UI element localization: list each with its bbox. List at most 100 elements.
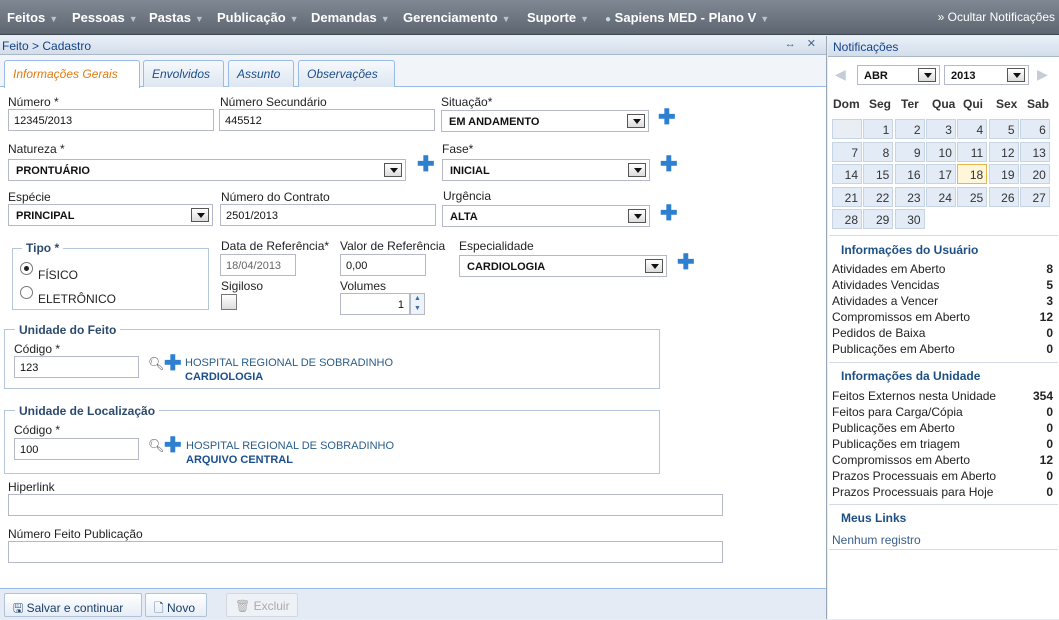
situacao-select[interactable]: EM ANDAMENTO [441,110,649,132]
especie-select[interactable]: PRINCIPAL [8,204,213,226]
weekday-sab: Sab [1027,97,1050,111]
especialidade-select[interactable]: CARDIOLOGIA [459,255,667,277]
save-continue-label: Salvar e continuar [26,601,124,615]
numero-secundario-input[interactable]: 445512 [219,109,435,131]
stat-row: Atividades Vencidas 5 [832,278,1053,292]
radio-fisico[interactable] [20,262,33,275]
calendar-day[interactable]: 28 [832,209,862,229]
new-button[interactable]: 🗋 Novo [145,593,207,617]
calendar-day[interactable]: 2 [894,119,925,139]
calendar-day[interactable]: 21 [832,186,862,207]
form-footer: 🖫 Salvar e continuar 🗋 Novo 🗑 Excluir [0,588,826,619]
numero-input[interactable]: 12345/2013 [8,109,214,131]
calendar-day[interactable]: 18 [957,164,988,184]
calendar-day[interactable]: 19 [988,164,1019,184]
window-tools-icon[interactable]: ↔ ✕ [785,37,820,50]
calendar-day[interactable]: 15 [863,164,894,184]
calendar-day[interactable]: 17 [925,164,956,184]
hide-notifications-link[interactable]: » Ocultar Notificações [938,10,1055,24]
calendar-day[interactable]: 6 [1019,119,1050,139]
year-select[interactable]: 2013 [944,65,1029,85]
calendar-day[interactable]: 29 [863,209,894,229]
calendar-day[interactable]: 11 [957,141,988,162]
dropdown-arrow-icon[interactable] [191,208,209,222]
prev-month-icon[interactable]: ◀ [835,66,846,83]
dropdown-arrow-icon[interactable] [627,114,645,128]
calendar-day[interactable]: 20 [1019,164,1050,184]
add-unidade-localizacao-icon[interactable]: ✚ [164,435,182,456]
search-icon[interactable]: 🔍︎ [148,438,165,454]
dropdown-arrow-icon[interactable] [918,68,936,82]
calendar-day[interactable]: 9 [894,141,925,162]
data-referencia-input[interactable]: 18/04/2013 [220,254,296,276]
tab-assunto[interactable]: Assunto [228,60,294,87]
calendar-day[interactable]: 5 [988,119,1019,139]
calendar-day[interactable]: 1 [863,119,894,139]
calendar-day[interactable]: 27 [1019,186,1050,207]
add-unidade-feito-icon[interactable]: ✚ [164,353,182,374]
calendar-day[interactable]: 23 [894,186,925,207]
dropdown-arrow-icon[interactable] [628,209,646,223]
dropdown-arrow-icon[interactable] [1007,68,1025,82]
menu-demandas[interactable]: Demandas ▼ [311,10,390,25]
fase-select[interactable]: INICIAL [442,159,650,181]
calendar-day[interactable]: 16 [894,164,925,184]
add-especialidade-icon[interactable]: ✚ [677,252,695,273]
unidade-localizacao-codigo-input[interactable]: 100 [14,438,139,460]
menu-pastas[interactable]: Pastas ▼ [149,10,204,25]
unidade-feito-codigo-input[interactable]: 123 [14,356,139,378]
add-urgencia-icon[interactable]: ✚ [660,203,678,224]
next-month-icon[interactable]: ▶ [1037,66,1048,83]
calendar-day[interactable]: 24 [925,186,956,207]
add-situacao-icon[interactable]: ✚ [658,107,676,128]
tab-envolvidos[interactable]: Envolvidos [143,60,224,87]
user-icon: ● [605,14,612,25]
calendar-day[interactable]: 25 [957,186,988,207]
add-natureza-icon[interactable]: ✚ [417,154,435,175]
save-continue-button[interactable]: 🖫 Salvar e continuar [4,593,142,617]
calendar-day[interactable]: 10 [925,141,956,162]
tab-observacoes[interactable]: Observações [298,60,395,87]
tipo-label: Tipo * [22,241,64,255]
calendar-day[interactable]: 8 [863,141,894,162]
tab-informacoes-gerais[interactable]: Informações Gerais [4,60,140,88]
menu-pessoas[interactable]: Pessoas ▼ [72,10,138,25]
month-select[interactable]: ABR [857,65,940,85]
urgencia-select[interactable]: ALTA [442,205,650,227]
radio-eletronico[interactable] [20,286,33,299]
stat-value: 0 [1046,485,1053,499]
calendar-day[interactable]: 3 [925,119,956,139]
volumes-spinner-icon[interactable]: ▲ ▼ [410,293,425,315]
menu-feitos[interactable]: Feitos ▼ [7,10,58,25]
volumes-input[interactable]: 1 [340,293,410,315]
numero-feito-publicacao-input[interactable] [8,541,723,563]
stat-row: Compromissos em Aberto 12 [832,453,1053,467]
natureza-select[interactable]: PRONTUÁRIO [8,159,406,181]
calendar-day[interactable]: 22 [863,186,894,207]
dropdown-arrow-icon[interactable] [628,163,646,177]
delete-button[interactable]: 🗑 Excluir [226,593,298,617]
unit-info-title: Informações da Unidade [841,369,981,383]
stat-label: Publicações em Aberto [832,421,955,435]
calendar-day[interactable]: 4 [957,119,988,139]
calendar-day[interactable]: 7 [832,141,862,162]
dropdown-arrow-icon[interactable] [384,163,402,177]
calendar-day[interactable]: 26 [988,186,1019,207]
menu-gerenciamento[interactable]: Gerenciamento ▼ [403,10,511,25]
valor-referencia-input[interactable]: 0,00 [340,254,426,276]
unidade-localizacao-codigo-label: Código * [14,423,61,437]
calendar-day[interactable]: 12 [988,141,1019,162]
sigiloso-checkbox[interactable] [221,294,237,310]
add-fase-icon[interactable]: ✚ [660,154,678,175]
calendar-day[interactable]: 14 [832,164,862,184]
dropdown-arrow-icon[interactable] [645,259,663,273]
chevron-down-icon: ▼ [760,14,770,24]
calendar-day[interactable]: 13 [1019,141,1050,162]
hiperlink-input[interactable] [8,494,723,516]
search-icon[interactable]: 🔍︎ [148,356,165,372]
menu-user[interactable]: ● Sapiens MED - Plano V ▼ [605,10,769,25]
contrato-input[interactable]: 2501/2013 [220,204,436,226]
calendar-day[interactable]: 30 [894,209,925,229]
menu-suporte[interactable]: Suporte ▼ [527,10,589,25]
menu-publicacao[interactable]: Publicação ▼ [217,10,299,25]
